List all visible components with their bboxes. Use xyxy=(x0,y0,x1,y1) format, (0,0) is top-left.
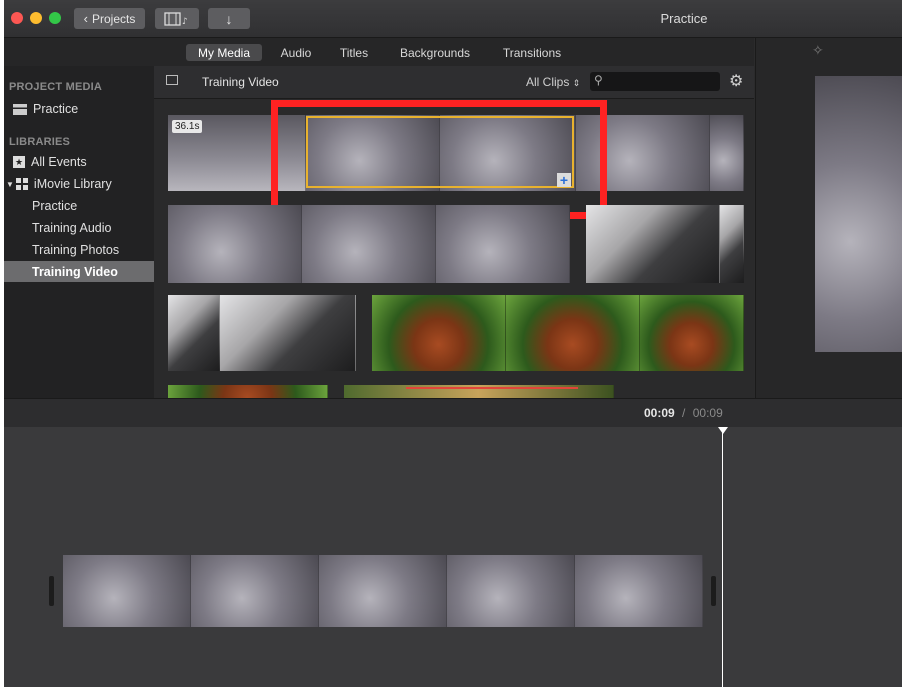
clip-frame xyxy=(220,295,356,371)
media-button[interactable]: ♪ xyxy=(155,8,199,29)
clip-filter-select[interactable]: All Clips ⇕ xyxy=(526,75,580,89)
libraries-heading: LIBRARIES xyxy=(9,136,71,148)
window-title: Practice xyxy=(660,11,708,26)
clip-frame xyxy=(720,205,744,283)
clip-frame xyxy=(372,295,506,371)
clapper-icon xyxy=(13,103,27,115)
clip-frame xyxy=(168,205,302,283)
sidebar-item-imovie-library[interactable]: ▼ iMovie Library xyxy=(6,177,112,191)
libraries-sidebar: PROJECT MEDIA Practice LIBRARIES ★ All E… xyxy=(4,66,155,398)
svg-text:♪: ♪ xyxy=(182,17,188,26)
clip-frame xyxy=(640,295,744,371)
timeline-clip[interactable] xyxy=(63,555,703,627)
viewer-preview xyxy=(815,76,902,352)
clip-frame xyxy=(436,205,570,283)
clip-duration-badge: 36.1s xyxy=(172,120,203,133)
timeline-clip-left-handle[interactable] xyxy=(49,576,54,606)
title-bar: ‹ Projects ♪ ↓ Practice xyxy=(4,0,902,38)
tab-audio[interactable]: Audio xyxy=(274,44,318,61)
minimize-window-button[interactable] xyxy=(30,12,42,24)
project-media-heading: PROJECT MEDIA xyxy=(9,81,103,93)
clip-frame xyxy=(168,385,328,398)
sidebar-item-all-events[interactable]: ★ All Events xyxy=(13,155,87,169)
clip-thumbnail[interactable] xyxy=(168,205,570,283)
search-field[interactable]: ⚲ xyxy=(590,72,720,91)
browser-header: Training Video All Clips ⇕ ⚲ ⚙ xyxy=(154,66,754,99)
sidebar-item-label: iMovie Library xyxy=(33,177,112,191)
tab-transitions[interactable]: Transitions xyxy=(492,44,572,61)
import-button[interactable]: ↓ xyxy=(208,8,250,29)
project-timeline[interactable] xyxy=(4,427,902,687)
zoom-window-button[interactable] xyxy=(49,12,61,24)
disclosure-triangle-icon: ▼ xyxy=(6,179,14,189)
viewer-panel: ✧ xyxy=(755,38,902,398)
timeline-clip-right-handle[interactable] xyxy=(711,576,716,606)
event-title: Training Video xyxy=(202,75,279,89)
magic-wand-icon[interactable]: ✧ xyxy=(812,42,824,59)
total-time: 00:09 xyxy=(692,406,723,420)
clip-frame xyxy=(575,555,703,627)
projects-button-label: Projects xyxy=(91,11,136,26)
used-clip-indicator xyxy=(406,387,578,389)
sidebar-item-training-photos[interactable]: Training Photos xyxy=(32,243,119,257)
tab-my-media[interactable]: My Media xyxy=(186,44,262,61)
close-window-button[interactable] xyxy=(11,12,23,24)
content-tab-bar: My Media Audio Titles Backgrounds Transi… xyxy=(154,38,754,66)
clip-frame xyxy=(710,115,744,191)
sidebar-toggle-icon[interactable] xyxy=(166,75,178,85)
playhead[interactable] xyxy=(722,430,723,687)
timecode-display: 00:09 / 00:09 xyxy=(644,406,723,420)
time-separator: / xyxy=(682,406,686,420)
clip-frame xyxy=(302,205,436,283)
sidebar-header-spacer xyxy=(4,38,154,66)
clip-frame xyxy=(506,295,640,371)
clip-thumbnail[interactable] xyxy=(372,295,744,371)
clip-filter-label: All Clips xyxy=(526,75,570,89)
updown-chevron-icon: ⇕ xyxy=(572,78,581,88)
sidebar-item-training-video[interactable]: Training Video xyxy=(4,261,154,282)
clip-thumbnail[interactable] xyxy=(344,385,614,398)
search-input[interactable] xyxy=(608,73,717,91)
clip-frame xyxy=(168,295,220,371)
clip-thumbnail[interactable] xyxy=(168,385,328,398)
sidebar-item-practice[interactable]: Practice xyxy=(32,199,77,213)
star-box-icon: ★ xyxy=(13,156,25,168)
search-icon: ⚲ xyxy=(594,73,603,87)
filmstrip-music-icon: ♪ xyxy=(164,11,188,26)
timeline-header: 00:09 / 00:09 xyxy=(4,398,902,428)
imovie-window: ‹ Projects ♪ ↓ Practice My Media Audio T… xyxy=(4,0,902,687)
clip-frame xyxy=(586,205,720,283)
tab-titles[interactable]: Titles xyxy=(332,44,376,61)
clip-thumbnail[interactable] xyxy=(586,205,744,283)
highlight-annotation-box xyxy=(271,100,607,219)
chevron-left-icon: ‹ xyxy=(83,11,88,26)
tab-backgrounds[interactable]: Backgrounds xyxy=(390,44,480,61)
clip-frame xyxy=(63,555,191,627)
playhead-marker-icon[interactable] xyxy=(718,427,728,434)
sidebar-item-label: Practice xyxy=(33,102,79,116)
down-arrow-icon: ↓ xyxy=(225,10,233,27)
clip-frame xyxy=(191,555,319,627)
settings-gear-icon[interactable]: ⚙ xyxy=(729,71,743,91)
media-browser: 36.1s + xyxy=(154,99,754,398)
sidebar-item-project-practice[interactable]: Practice xyxy=(13,102,78,116)
current-time: 00:09 xyxy=(644,406,675,420)
sidebar-item-label: All Events xyxy=(31,155,87,169)
grid-library-icon xyxy=(15,178,28,190)
clip-frame xyxy=(319,555,447,627)
projects-button[interactable]: ‹ Projects xyxy=(74,8,145,29)
clip-thumbnail[interactable] xyxy=(168,295,356,371)
clip-frame xyxy=(447,555,575,627)
sidebar-item-training-audio[interactable]: Training Audio xyxy=(32,221,111,235)
